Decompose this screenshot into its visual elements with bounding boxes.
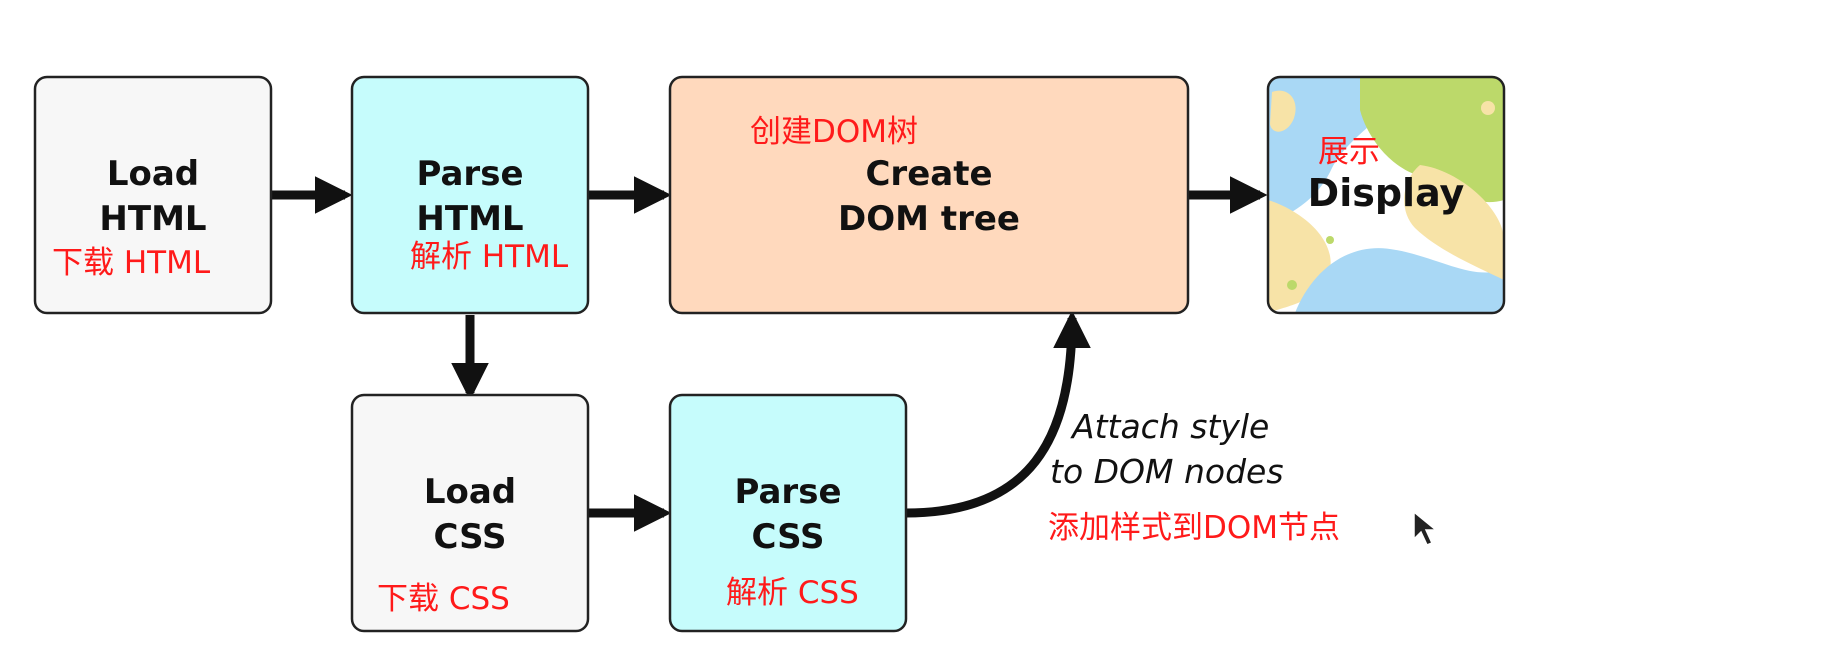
node-display-title: Display bbox=[1308, 171, 1465, 215]
node-create-dom-title-line2: DOM tree bbox=[838, 199, 1020, 239]
node-parse-html-note: 解析 HTML bbox=[410, 239, 569, 275]
node-create-dom-note: 创建DOM树 bbox=[750, 114, 918, 150]
node-parse-css: Parse CSS 解析 CSS bbox=[668, 393, 908, 633]
node-load-html-note: 下载 HTML bbox=[52, 245, 211, 281]
node-parse-html-title-line2: HTML bbox=[416, 199, 523, 239]
attach-style-note: 添加样式到DOM节点 bbox=[1048, 510, 1340, 546]
node-create-dom: 创建DOM树 Create DOM tree bbox=[668, 75, 1190, 315]
node-parse-html: Parse HTML 解析 HTML bbox=[350, 75, 590, 315]
attach-style-annotation: Attach style to DOM nodes 添加样式到DOM节点 bbox=[1048, 407, 1340, 546]
node-display: 展示 Display bbox=[1266, 75, 1506, 315]
node-parse-css-title-line1: Parse bbox=[734, 472, 841, 512]
node-create-dom-box bbox=[668, 75, 1190, 315]
arrow-parse-css-to-create-dom bbox=[905, 310, 1091, 518]
node-load-html: Load HTML 下载 HTML bbox=[33, 75, 273, 315]
attach-style-line2: to DOM nodes bbox=[1050, 452, 1284, 491]
node-display-note: 展示 bbox=[1318, 134, 1380, 170]
diagram-canvas: Load HTML 下载 HTML Parse HTML 解析 HTML 创建D… bbox=[0, 0, 1846, 669]
node-create-dom-title-line1: Create bbox=[865, 154, 992, 194]
node-load-css-note: 下载 CSS bbox=[377, 581, 510, 617]
node-load-css: Load CSS 下载 CSS bbox=[350, 393, 590, 633]
attach-style-line1: Attach style bbox=[1070, 407, 1269, 446]
node-parse-html-box bbox=[350, 75, 590, 315]
node-load-html-title-line1: Load bbox=[107, 154, 199, 194]
node-parse-html-title-line1: Parse bbox=[416, 154, 523, 194]
node-parse-css-note: 解析 CSS bbox=[726, 575, 859, 611]
rendering-flow-diagram: Load HTML 下载 HTML Parse HTML 解析 HTML 创建D… bbox=[33, 75, 1506, 633]
node-load-css-title-line1: Load bbox=[424, 472, 516, 512]
node-parse-css-title-line2: CSS bbox=[751, 517, 824, 557]
node-load-html-title-line2: HTML bbox=[99, 199, 206, 239]
cursor-icon bbox=[1413, 510, 1439, 546]
node-load-css-title-line2: CSS bbox=[433, 517, 506, 557]
